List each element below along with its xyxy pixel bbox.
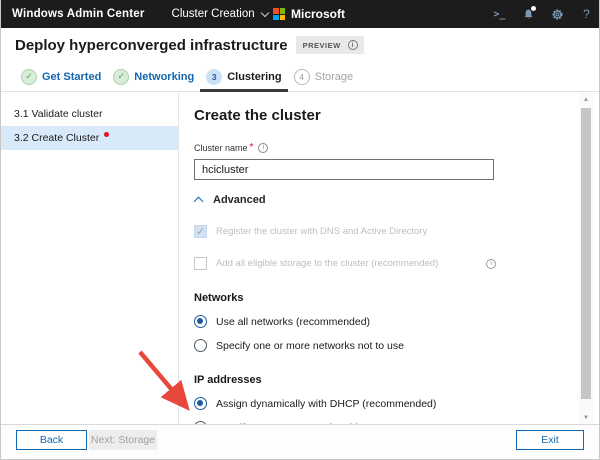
- checkbox-label: Register the cluster with DNS and Active…: [216, 226, 427, 237]
- notification-badge-dot: [531, 6, 536, 11]
- advanced-label: Advanced: [213, 194, 266, 206]
- tool-switcher[interactable]: Cluster Creation: [172, 8, 269, 20]
- info-icon[interactable]: [486, 259, 496, 269]
- exit-button[interactable]: Exit: [516, 430, 584, 450]
- use-all-networks-option[interactable]: Use all networks (recommended): [194, 315, 572, 328]
- specify-networks-option[interactable]: Specify one or more networks not to use: [194, 339, 572, 352]
- top-app-bar: Windows Admin Center Cluster Creation Mi…: [1, 0, 600, 28]
- settings-icon[interactable]: [543, 0, 572, 28]
- info-icon[interactable]: [348, 40, 358, 50]
- step-clustering[interactable]: 3 Clustering: [200, 62, 287, 91]
- powershell-icon[interactable]: >_: [485, 0, 514, 28]
- help-icon[interactable]: ?: [572, 0, 600, 28]
- step-number: 3: [206, 69, 222, 85]
- substep-sidebar: 3.1 Validate cluster 3.2 Create Cluster: [1, 93, 179, 425]
- radio-label: Specify one or more networks not to use: [216, 340, 404, 352]
- register-dns-checkbox-row: Register the cluster with DNS and Active…: [194, 225, 496, 238]
- add-storage-checkbox[interactable]: [194, 257, 207, 270]
- app-title[interactable]: Windows Admin Center: [12, 8, 145, 20]
- sidebar-item-validate-cluster[interactable]: 3.1 Validate cluster: [1, 102, 178, 126]
- scrollbar-thumb[interactable]: [581, 108, 591, 399]
- cluster-name-input[interactable]: [194, 159, 494, 180]
- preview-badge-label: PREVIEW: [303, 41, 341, 50]
- cluster-name-label-row: Cluster name*: [194, 142, 572, 153]
- scroll-up-arrow-icon[interactable]: ▲: [579, 93, 593, 107]
- dhcp-option[interactable]: Assign dynamically with DHCP (recommende…: [194, 397, 572, 410]
- tool-switcher-label: Cluster Creation: [172, 8, 255, 20]
- required-alert-dot: [104, 132, 109, 137]
- preview-badge: PREVIEW: [296, 36, 364, 54]
- brand-name: Microsoft: [291, 7, 345, 21]
- notifications-icon[interactable]: [514, 0, 543, 28]
- radio-label: Assign dynamically with DHCP (recommende…: [216, 398, 436, 410]
- step-number: 4: [294, 69, 310, 85]
- advanced-toggle[interactable]: Advanced: [194, 194, 572, 206]
- radio-selected[interactable]: [194, 397, 207, 410]
- page-title: Deploy hyperconverged infrastructure: [15, 37, 288, 54]
- pane-heading: Create the cluster: [194, 107, 572, 124]
- step-complete-icon: ✓: [113, 69, 129, 85]
- checkbox-label: Add all eligible storage to the cluster …: [216, 258, 438, 269]
- radio-unselected[interactable]: [194, 339, 207, 352]
- ip-addresses-heading: IP addresses: [194, 374, 572, 386]
- microsoft-logo-icon: [273, 8, 285, 20]
- sidebar-item-create-cluster[interactable]: 3.2 Create Cluster: [1, 126, 178, 150]
- register-dns-checkbox[interactable]: [194, 225, 207, 238]
- cluster-name-label: Cluster name: [194, 143, 248, 153]
- microsoft-brand: Microsoft: [273, 0, 345, 28]
- step-label: Get Started: [42, 71, 101, 83]
- step-storage[interactable]: 4 Storage: [288, 62, 360, 91]
- chevron-up-icon: [194, 195, 204, 205]
- step-label: Networking: [134, 71, 194, 83]
- radio-selected[interactable]: [194, 315, 207, 328]
- info-icon[interactable]: [258, 143, 268, 153]
- wizard-footer: Back Next: Storage Exit: [1, 424, 600, 459]
- step-get-started[interactable]: ✓ Get Started: [15, 62, 107, 91]
- step-networking[interactable]: ✓ Networking: [107, 62, 200, 91]
- add-storage-checkbox-row: Add all eligible storage to the cluster …: [194, 257, 496, 270]
- step-label: Clustering: [227, 71, 281, 83]
- sidebar-item-label: 3.1 Validate cluster: [14, 108, 103, 120]
- page-header: Deploy hyperconverged infrastructure PRE…: [1, 28, 600, 62]
- next-storage-button[interactable]: Next: Storage: [89, 430, 157, 450]
- wizard-steps: ✓ Get Started ✓ Networking 3 Clustering …: [1, 62, 600, 92]
- content-scrollbar[interactable]: ▲ ▼: [579, 93, 593, 425]
- windows-admin-center-window: Windows Admin Center Cluster Creation Mi…: [0, 0, 600, 460]
- radio-label: Use all networks (recommended): [216, 316, 370, 328]
- chevron-down-icon: [261, 8, 269, 16]
- create-cluster-pane: Create the cluster Cluster name* Advance…: [180, 93, 572, 425]
- step-label: Storage: [315, 71, 354, 83]
- required-asterisk: *: [250, 142, 254, 153]
- networks-heading: Networks: [194, 292, 572, 304]
- back-button[interactable]: Back: [16, 430, 87, 450]
- step-complete-icon: ✓: [21, 69, 37, 85]
- scroll-down-arrow-icon[interactable]: ▼: [579, 411, 593, 425]
- sidebar-item-label: 3.2 Create Cluster: [14, 132, 99, 144]
